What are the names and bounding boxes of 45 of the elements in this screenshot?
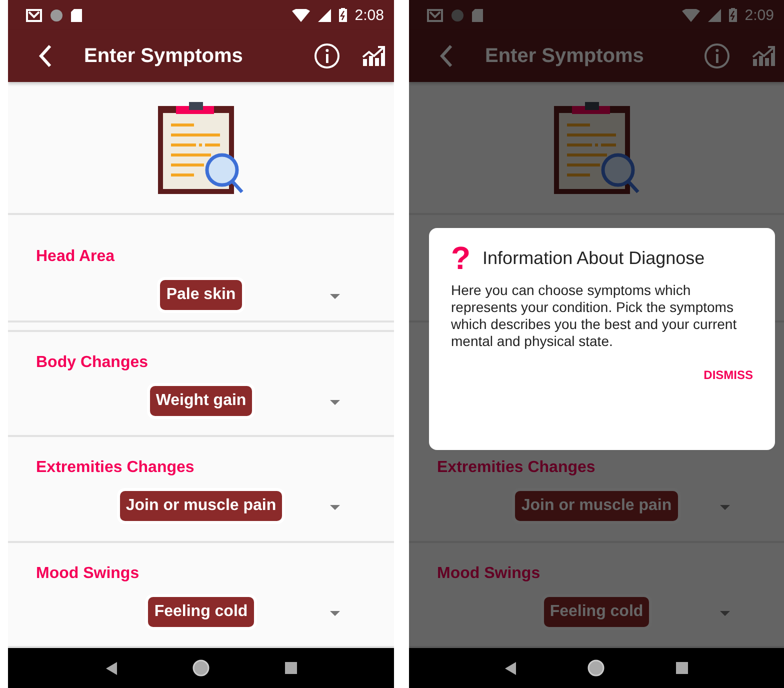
back-icon[interactable] (38, 44, 52, 68)
screen-title: Enter Symptoms (485, 44, 644, 68)
caret-icon[interactable] (330, 294, 340, 299)
status-time: 2:09 (744, 6, 774, 24)
category-label: Mood Swings (437, 564, 540, 582)
category-label: Extremities Changes (437, 459, 596, 477)
battery-icon (728, 8, 737, 22)
status-time: 2:08 (354, 6, 384, 24)
wifi-icon (682, 8, 700, 22)
circle-icon (50, 8, 63, 22)
category-label: Head Area (36, 248, 115, 266)
dismiss-button[interactable]: DISMISS (704, 368, 753, 382)
home-circle-icon[interactable] (192, 659, 210, 677)
symptom-dropdown[interactable]: Feeling cold (148, 596, 254, 626)
square-icon[interactable] (676, 662, 688, 674)
category-label: Mood Swings (36, 564, 140, 582)
dialog-title: Information About Diagnose (482, 248, 705, 268)
signal-icon (708, 8, 721, 22)
wifi-icon (292, 8, 310, 22)
caret-icon[interactable] (330, 400, 340, 404)
circle-icon (451, 8, 464, 22)
caret-icon[interactable] (330, 610, 340, 616)
question-mark-icon: ? (451, 242, 471, 274)
chart-icon[interactable] (362, 46, 386, 66)
mail-icon (26, 8, 42, 22)
mail-icon (427, 8, 443, 22)
category-label: Body Changes (36, 354, 148, 372)
square-icon[interactable] (284, 662, 296, 674)
symptom-dropdown[interactable]: Weight gain (150, 386, 252, 416)
symptom-dropdown[interactable]: Pale skin (160, 280, 242, 310)
back-triangle-icon[interactable] (504, 662, 516, 674)
sd-card-icon (472, 8, 483, 22)
signal-icon (318, 8, 331, 22)
dialog-message: Here you can choose symptoms which represents your condition. Pick the symptoms which describes you the best and your current mental and physical state. (451, 282, 738, 350)
back-triangle-icon[interactable] (106, 662, 116, 674)
home-circle-icon[interactable] (586, 659, 605, 677)
battery-icon (338, 8, 347, 22)
clipboard-magnifier-icon (552, 100, 642, 195)
category-label: Extremities Changes (36, 459, 194, 477)
sd-card-icon (71, 8, 82, 22)
screen-title: Enter Symptoms (84, 44, 243, 68)
symptom-dropdown[interactable]: Join or muscle pain (120, 491, 282, 521)
clipboard-magnifier-icon (156, 100, 246, 195)
info-icon[interactable] (314, 43, 340, 69)
caret-icon[interactable] (330, 505, 340, 510)
